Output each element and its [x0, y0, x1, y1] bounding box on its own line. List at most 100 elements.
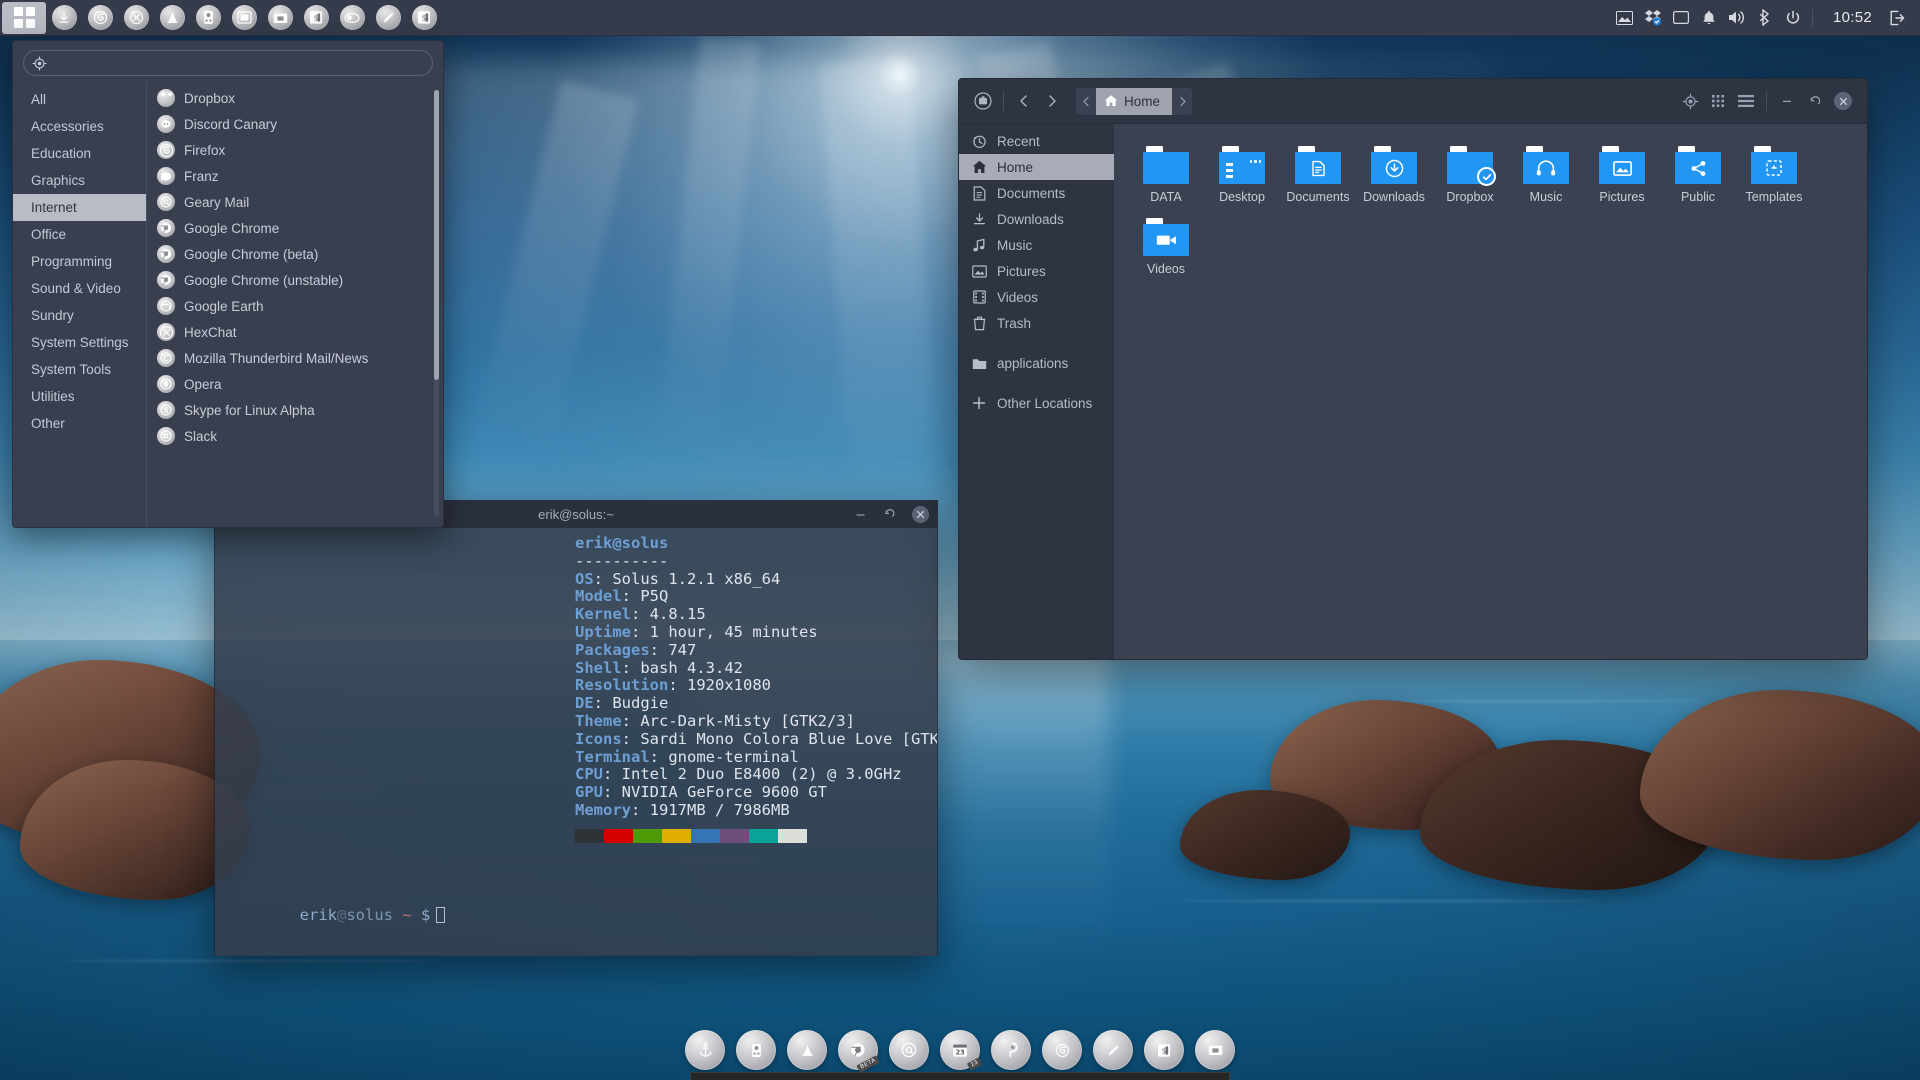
restore-icon[interactable] — [1801, 87, 1829, 115]
folder-tile[interactable]: Public — [1660, 142, 1736, 208]
firefox-icon[interactable] — [83, 1, 117, 35]
sidebar-item-pictures[interactable]: Pictures — [959, 258, 1114, 284]
close-button[interactable] — [912, 505, 929, 523]
sidebar-item-home[interactable]: Home — [959, 154, 1114, 180]
minimize-icon[interactable] — [1773, 87, 1801, 115]
menu-category-utilities[interactable]: Utilities — [13, 383, 146, 410]
minimize-button[interactable] — [852, 506, 868, 522]
menu-category-accessories[interactable]: Accessories — [13, 113, 146, 140]
menu-category-office[interactable]: Office — [13, 221, 146, 248]
menu-app-item[interactable]: Franz — [147, 163, 443, 189]
maximize-button[interactable] — [882, 506, 898, 522]
menu-app-item[interactable]: Firefox — [147, 137, 443, 163]
sidebar-item-music[interactable]: Music — [959, 232, 1114, 258]
menu-category-sundry[interactable]: Sundry — [13, 302, 146, 329]
menu-category-all[interactable]: All — [13, 86, 146, 113]
folder-tile[interactable]: Videos — [1128, 214, 1204, 280]
menu-app-item[interactable]: Discord Canary — [147, 111, 443, 137]
files-icon[interactable] — [1195, 1030, 1235, 1070]
files-icon[interactable] — [263, 1, 297, 35]
folder-tile[interactable]: Music — [1508, 142, 1584, 208]
volume-icon[interactable] — [1724, 5, 1750, 31]
terminal-dollar-icon[interactable]: $ — [299, 1, 333, 35]
menu-app-item[interactable]: Geary Mail — [147, 189, 443, 215]
paint-icon[interactable] — [991, 1030, 1031, 1070]
search-location-icon[interactable] — [1676, 87, 1704, 115]
display-icon[interactable] — [1612, 5, 1638, 31]
sidebar-item-recent[interactable]: Recent — [959, 128, 1114, 154]
menu-category-system-tools[interactable]: System Tools — [13, 356, 146, 383]
budgie-menu-launcher[interactable] — [2, 1, 46, 34]
chrome-beta-icon[interactable]: BETA — [838, 1030, 880, 1073]
menu-category-programming[interactable]: Programming — [13, 248, 146, 275]
folder-tile[interactable]: Downloads — [1356, 142, 1432, 208]
menu-app-item[interactable]: Skype for Linux Alpha — [147, 397, 443, 423]
traffic-cone-icon[interactable] — [787, 1030, 827, 1070]
path-next-icon[interactable] — [1172, 87, 1193, 115]
file-manager-file-area[interactable]: DATA Desktop Documents Downloads Dropbox Musi… — [1114, 124, 1867, 659]
image-viewer-icon[interactable] — [227, 1, 261, 35]
menu-app-item[interactable]: Slack — [147, 423, 443, 449]
media-icon[interactable] — [335, 1, 369, 35]
plank-anchor-icon[interactable] — [685, 1030, 725, 1070]
terminal-dollar-icon-disc: $ — [303, 5, 329, 30]
menu-category-other[interactable]: Other — [13, 410, 146, 437]
back-icon[interactable] — [1010, 87, 1038, 115]
menu-search-box[interactable] — [23, 50, 433, 76]
gps-locator-icon[interactable] — [736, 1030, 776, 1070]
terminal-body[interactable]: erik@solus ---------- OS: Solus 1.2.1 x8… — [215, 528, 937, 956]
dropbox-tray-icon[interactable] — [1640, 5, 1666, 31]
menu-scrollbar[interactable] — [434, 90, 439, 380]
sidebar-item-other-locations[interactable]: Other Locations — [959, 390, 1114, 416]
menu-category-graphics[interactable]: Graphics — [13, 167, 146, 194]
sidebar-item-downloads[interactable]: Downloads — [959, 206, 1114, 232]
clock[interactable]: 10:52 — [1819, 9, 1882, 26]
folder-tile[interactable]: Desktop — [1204, 142, 1280, 208]
editor-pencil-icon[interactable] — [1093, 1030, 1133, 1070]
sidebar-item-trash[interactable]: Trash — [959, 310, 1114, 336]
download-icon[interactable] — [47, 1, 81, 35]
menu-app-item[interactable]: Dropbox — [147, 85, 443, 111]
menu-search-input[interactable] — [53, 55, 424, 71]
notifications-bell-icon[interactable] — [1696, 5, 1722, 31]
app-menu-icon[interactable] — [969, 87, 997, 115]
menu-app-item[interactable]: Google Earth — [147, 293, 443, 319]
breadcrumb-home[interactable]: Home — [1096, 87, 1173, 115]
traffic-cone-icon[interactable] — [155, 1, 189, 35]
menu-category-education[interactable]: Education — [13, 140, 146, 167]
menu-app-item[interactable]: Google Chrome (unstable) — [147, 267, 443, 293]
second-dollar-icon[interactable]: $ — [407, 1, 441, 35]
forward-icon[interactable] — [1038, 87, 1066, 115]
folder-tile[interactable]: Dropbox — [1432, 142, 1508, 208]
menu-app-item[interactable]: Google Chrome (beta) — [147, 241, 443, 267]
menu-app-item[interactable]: Google Chrome — [147, 215, 443, 241]
sidebar-item-documents[interactable]: Documents — [959, 180, 1114, 206]
hexchat-icon[interactable] — [119, 1, 153, 35]
menu-category-system-settings[interactable]: System Settings — [13, 329, 146, 356]
menu-app-item[interactable]: HexChat — [147, 319, 443, 345]
grid-view-icon[interactable] — [1704, 87, 1732, 115]
menu-app-item[interactable]: Mozilla Thunderbird Mail/News — [147, 345, 443, 371]
terminal-dollar-icon[interactable]: $ — [1144, 1030, 1184, 1070]
folder-tile[interactable]: DATA — [1128, 142, 1204, 208]
folder-tile[interactable]: Pictures — [1584, 142, 1660, 208]
monitor-icon[interactable] — [1668, 5, 1694, 31]
sidebar-item-applications[interactable]: applications — [959, 350, 1114, 376]
folder-tile[interactable]: Templates — [1736, 142, 1812, 208]
editor-pencil-icon[interactable] — [371, 1, 405, 35]
logout-icon[interactable] — [1884, 5, 1910, 31]
menu-app-item[interactable]: Opera — [147, 371, 443, 397]
power-icon[interactable] — [1780, 5, 1806, 31]
close-icon[interactable] — [1829, 87, 1857, 115]
menu-category-sound-video[interactable]: Sound & Video — [13, 275, 146, 302]
bluetooth-icon[interactable] — [1752, 5, 1778, 31]
menu-category-internet[interactable]: Internet — [13, 194, 146, 221]
sidebar-item-videos[interactable]: Videos — [959, 284, 1114, 310]
geary-mail-icon[interactable] — [889, 1030, 929, 1070]
gps-icon[interactable] — [191, 1, 225, 35]
firefox-icon[interactable] — [1042, 1030, 1082, 1070]
calendar-icon[interactable]: 23 23 — [940, 1030, 983, 1071]
path-prev-icon[interactable] — [1076, 87, 1096, 115]
folder-tile[interactable]: Documents — [1280, 142, 1356, 208]
hamburger-menu-icon[interactable] — [1732, 87, 1760, 115]
